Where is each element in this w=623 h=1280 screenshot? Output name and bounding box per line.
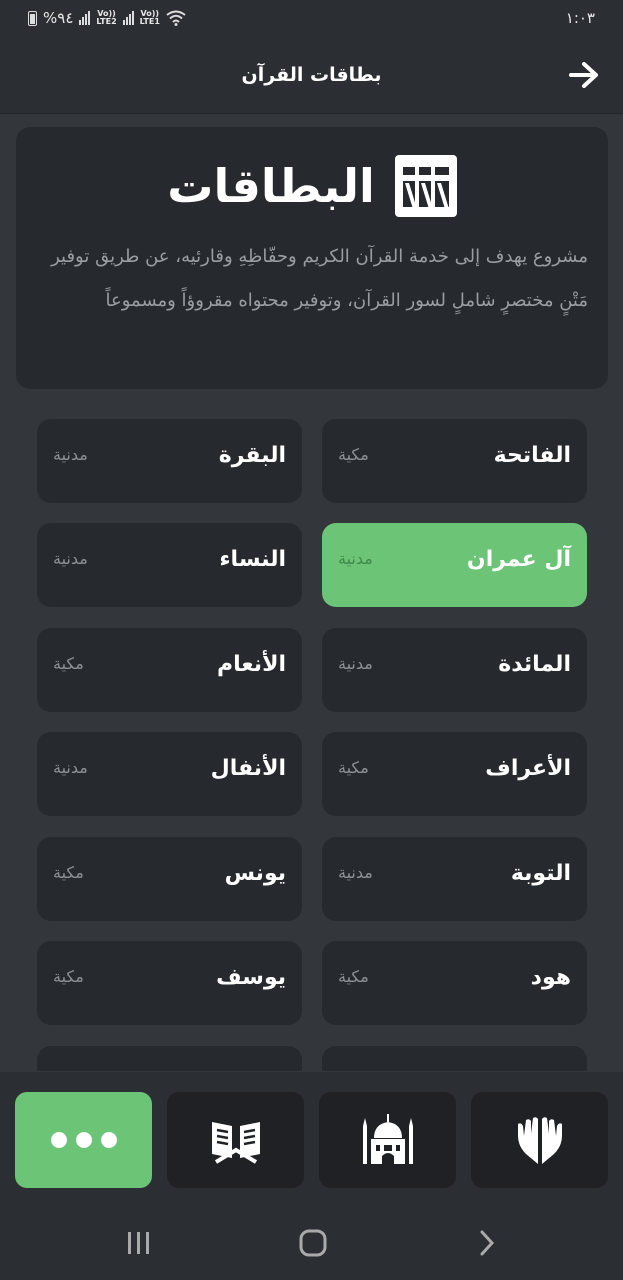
surah-card[interactable]: الفاتحة مكية	[322, 419, 587, 503]
surah-card-selected[interactable]: آل عمران مدنية	[322, 523, 587, 607]
surah-name: آل عمران	[466, 547, 571, 572]
surah-name: يوسف	[216, 965, 286, 990]
surah-type: مدنية	[338, 549, 373, 568]
wifi-icon	[166, 10, 186, 26]
nav-quran-button[interactable]	[167, 1092, 304, 1188]
surah-card[interactable]: الأعراف مكية	[322, 732, 587, 816]
surah-card[interactable]: المائدة مدنية	[322, 628, 587, 712]
surah-card[interactable]: يوسف مكية	[37, 941, 302, 1025]
brand: البطاقات	[36, 155, 588, 217]
surah-card[interactable]: الأنعام مكية	[37, 628, 302, 712]
praying-hands-icon	[517, 1117, 562, 1164]
intro-description: مشروع يهدف إلى خدمة القرآن الكريم وحفّاظ…	[51, 246, 588, 311]
intro-card: البطاقات مشروع يهدف إلى خدمة القرآن الكر…	[16, 127, 608, 389]
surah-name: المائدة	[498, 652, 571, 677]
signal-icon	[79, 11, 91, 25]
surah-type: مكية	[53, 967, 84, 986]
nav-dua-button[interactable]	[471, 1092, 608, 1188]
chevron-right-icon	[480, 1230, 495, 1256]
surah-card[interactable]: النساء مدنية	[37, 523, 302, 607]
surah-card[interactable]	[322, 1046, 587, 1071]
app-header: بطاقات القرآن	[0, 36, 623, 114]
surah-name: الأنعام	[217, 652, 286, 677]
nav-prayer-button[interactable]	[319, 1092, 456, 1188]
surah-card[interactable]: الأنفال مدنية	[37, 732, 302, 816]
system-nav-bar	[0, 1202, 623, 1280]
page-title: بطاقات القرآن	[241, 63, 382, 86]
sim-2-indicator: Vo)) LTE2	[96, 9, 117, 26]
surah-name: الفاتحة	[493, 443, 571, 468]
surah-card[interactable]: البقرة مدنية	[37, 419, 302, 503]
home-button[interactable]	[298, 1228, 328, 1258]
surah-card[interactable]	[37, 1046, 302, 1071]
recent-apps-button[interactable]	[124, 1228, 154, 1258]
bottom-nav	[0, 1072, 623, 1202]
back-nav-button[interactable]	[472, 1228, 502, 1258]
signal-icon	[122, 11, 134, 25]
home-icon	[299, 1229, 327, 1257]
nav-more-button[interactable]	[15, 1092, 152, 1188]
surah-type: مدنية	[338, 863, 373, 882]
surah-card[interactable]: يونس مكية	[37, 837, 302, 921]
open-book-icon	[211, 1122, 260, 1164]
surah-type: مدنية	[338, 654, 373, 673]
brand-name: البطاقات	[167, 159, 375, 213]
status-left: %٩٤ Vo)) LTE2 Vo)) LTE1	[28, 9, 186, 27]
back-button[interactable]	[567, 58, 601, 92]
surah-name: يونس	[224, 861, 286, 886]
surah-card[interactable]: هود مكية	[322, 941, 587, 1025]
surah-name: التوبة	[510, 861, 571, 886]
mosque-icon	[362, 1114, 413, 1164]
arrow-right-icon	[569, 62, 598, 88]
surah-type: مكية	[338, 445, 369, 464]
status-bar: %٩٤ Vo)) LTE2 Vo)) LTE1 ١:٠٣	[0, 0, 623, 36]
surah-card[interactable]: التوبة مدنية	[322, 837, 587, 921]
surah-type: مكية	[53, 863, 84, 882]
surah-name: الأعراف	[485, 756, 571, 781]
surah-name: البقرة	[218, 443, 286, 468]
surah-type: مكية	[338, 967, 369, 986]
surah-name: النساء	[219, 547, 286, 572]
surah-name: الأنفال	[210, 756, 286, 781]
surah-grid: الفاتحة مكية البقرة مدنية آل عمران مدنية…	[37, 419, 587, 1071]
surah-type: مكية	[338, 758, 369, 777]
surah-name: هود	[530, 965, 571, 990]
surah-type: مدنية	[53, 445, 88, 464]
clock: ١:٠٣	[565, 9, 595, 27]
sim-1-indicator: Vo)) LTE1	[139, 9, 160, 26]
more-dots-icon	[50, 1132, 117, 1148]
surah-type: مكية	[53, 654, 84, 673]
surah-type: مدنية	[53, 549, 88, 568]
cards-logo-icon	[394, 155, 457, 217]
battery-icon	[28, 10, 37, 26]
battery-level: %٩٤	[43, 9, 74, 27]
surah-type: مدنية	[53, 758, 88, 777]
recent-apps-icon	[128, 1232, 149, 1254]
